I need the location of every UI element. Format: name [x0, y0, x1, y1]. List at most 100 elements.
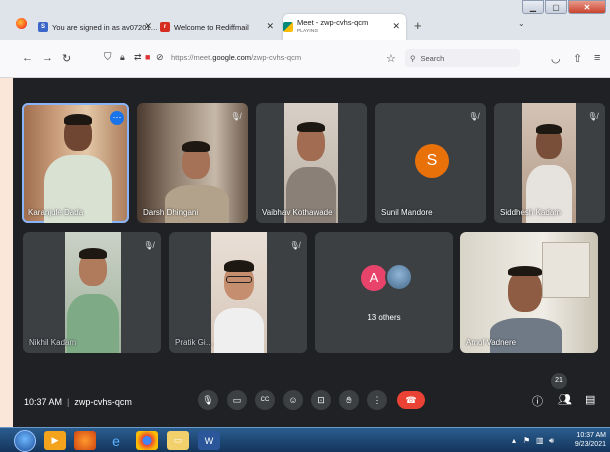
- new-tab-icon[interactable]: +: [414, 18, 422, 33]
- clock-date: 9/23/2021: [574, 441, 606, 448]
- mic-off-icon: 🎙︎̸: [587, 112, 598, 121]
- meeting-info: 10:37 AM | zwp-cvhs-qcm: [24, 397, 132, 407]
- participant-video: [211, 232, 267, 353]
- tab-favicon-s-icon: S: [38, 22, 48, 32]
- navigation-bar: ← → ↻ ⛉ 🔒︎ ⇄ ■ ⊘ https://meet.google.com…: [0, 40, 610, 78]
- participant-video: [284, 103, 338, 223]
- avatar: A: [361, 265, 387, 291]
- camera-button[interactable]: ▭: [227, 390, 247, 410]
- forward-icon[interactable]: →: [42, 52, 53, 64]
- participant-video: [522, 103, 576, 223]
- share-icon[interactable]: ⇧: [573, 52, 582, 65]
- emoji-icon: ☺: [288, 395, 298, 405]
- participant-tile[interactable]: 🎙︎̸ Pratik Gi…: [169, 232, 307, 353]
- firefox-taskbar-icon[interactable]: [74, 431, 96, 450]
- tab-meet-active[interactable]: Meet - zwp-cvhs-qcm PLAYING ✕: [283, 14, 406, 40]
- participant-name: Amol Vadnere: [466, 338, 517, 347]
- captions-button[interactable]: CC: [255, 390, 275, 410]
- taskbar: ▶ e ▭ W ▴ ⚑ ▥ 🔊︎ 10:37 AM 9/23/2021: [0, 427, 610, 452]
- mic-off-icon: 🎙︎̸: [468, 112, 479, 121]
- avatar: S: [415, 144, 449, 178]
- tab-rediffmail[interactable]: r Welcome to Rediffmail ✕: [160, 14, 280, 40]
- others-count: 13 others: [367, 313, 401, 322]
- participant-video: [460, 232, 598, 353]
- search-icon: ⚲: [410, 53, 416, 63]
- meeting-code: zwp-cvhs-qcm: [74, 397, 132, 407]
- lock-icon[interactable]: 🔒︎: [120, 52, 125, 63]
- tab-close-icon[interactable]: ✕: [266, 21, 274, 32]
- search-input[interactable]: ⚲ Search: [405, 49, 520, 67]
- start-button[interactable]: [14, 430, 36, 452]
- pocket-icon[interactable]: ◡: [551, 52, 561, 65]
- window-close-button[interactable]: ✕: [568, 0, 606, 14]
- window-controls: ▁ ▢ ✕: [521, 0, 606, 16]
- captions-icon: CC: [260, 397, 270, 403]
- tab-signed-in[interactable]: S You are signed in as av07201… ✕: [38, 14, 158, 40]
- mic-off-icon: 🎙︎̸: [230, 112, 241, 121]
- camera-icon: ▭: [232, 394, 242, 405]
- url-bar[interactable]: https://meet.google.com/zwp-cvhs-qcm: [171, 53, 301, 62]
- people-icon[interactable]: 👥︎: [558, 393, 572, 406]
- clock-time: 10:37 AM: [576, 432, 606, 439]
- tab-title: Meet - zwp-cvhs-qcm: [297, 18, 369, 27]
- tab-close-icon[interactable]: ✕: [392, 21, 400, 32]
- raise-hand-button[interactable]: ✋︎: [339, 390, 359, 410]
- tray-volume-icon[interactable]: 🔊︎: [549, 436, 554, 446]
- tab-close-icon[interactable]: ✕: [144, 21, 152, 32]
- word-icon[interactable]: W: [198, 431, 220, 450]
- mic-off-icon: 🎙︎̸: [143, 241, 154, 250]
- participant-name: Karanjule Dada: [28, 208, 84, 217]
- meet-bottom-bar: 10:37 AM | zwp-cvhs-qcm 🎙︎ ▭ CC ☺ ⊡ ✋︎ ⋮ ☎…: [13, 390, 610, 427]
- tray-network-icon[interactable]: ▥: [536, 436, 544, 445]
- chrome-icon[interactable]: [136, 431, 158, 450]
- participant-count-badge: 21: [551, 373, 567, 389]
- more-options-button[interactable]: ⋮: [367, 390, 387, 410]
- participant-tile[interactable]: ⋯ Karanjule Dada: [22, 103, 129, 223]
- present-icon: ⊡: [317, 394, 325, 405]
- list-tabs-icon[interactable]: ⌄: [518, 19, 525, 28]
- minimize-button[interactable]: ▁: [522, 0, 544, 14]
- participant-tile[interactable]: S 🎙︎̸ Sunil Mandore: [375, 103, 486, 223]
- reload-icon[interactable]: ↻: [62, 52, 71, 65]
- taskbar-clock[interactable]: 10:37 AM 9/23/2021: [575, 431, 606, 449]
- participant-tile[interactable]: Vaibhav Kothawade: [256, 103, 367, 223]
- autoplay-blocked-icon[interactable]: ⊘: [156, 52, 164, 63]
- camera-sharing-icon[interactable]: ■: [145, 52, 150, 62]
- internet-explorer-icon[interactable]: e: [105, 431, 127, 450]
- emoji-button[interactable]: ☺: [283, 390, 303, 410]
- participant-name: Vaibhav Kothawade: [262, 208, 333, 217]
- shield-icon[interactable]: ⛉: [104, 52, 112, 63]
- participant-tile[interactable]: Amol Vadnere: [460, 232, 598, 353]
- participant-tile[interactable]: 🎙︎̸ Siddhesh Kadam: [494, 103, 605, 223]
- media-player-icon[interactable]: ▶: [44, 431, 66, 450]
- maximize-button[interactable]: ▢: [545, 0, 567, 14]
- end-call-button[interactable]: ☎︎: [397, 391, 425, 409]
- others-tile[interactable]: A 13 others: [315, 232, 453, 353]
- chat-icon[interactable]: ▤: [585, 393, 595, 406]
- meet-grid: ⋯ Karanjule Dada 🎙︎̸ Darsh Dhingani Vaib…: [13, 78, 610, 427]
- info-icon[interactable]: ⓘ: [532, 393, 543, 409]
- permissions-icon[interactable]: ⇄: [134, 52, 142, 63]
- tray-arrow-icon[interactable]: ▴: [512, 436, 516, 445]
- participant-tile[interactable]: 🎙︎̸ Darsh Dhingani: [137, 103, 248, 223]
- microphone-icon: 🎙︎: [202, 394, 214, 405]
- tray-action-center-icon[interactable]: ⚑: [523, 436, 530, 445]
- present-button[interactable]: ⊡: [311, 390, 331, 410]
- menu-icon[interactable]: ≡: [594, 52, 600, 64]
- url-prefix: https://meet.: [171, 53, 213, 62]
- url-path: /zwp-cvhs-qcm: [251, 53, 302, 62]
- microphone-button[interactable]: 🎙︎: [198, 390, 218, 410]
- firefox-icon[interactable]: [16, 18, 27, 29]
- file-explorer-icon[interactable]: ▭: [167, 431, 189, 450]
- more-options-icon[interactable]: ⋯: [110, 111, 124, 125]
- tab-playing-label: PLAYING: [297, 28, 319, 33]
- bookmark-star-icon[interactable]: ☆: [386, 52, 396, 65]
- participant-name: Sunil Mandore: [381, 208, 433, 217]
- participant-name: Siddhesh Kadam: [500, 208, 561, 217]
- participant-video: [65, 232, 121, 353]
- participant-name: Darsh Dhingani: [143, 208, 199, 217]
- participant-tile[interactable]: 🎙︎̸ Nikhil Kadam: [23, 232, 161, 353]
- url-domain: google.com: [212, 53, 252, 62]
- back-icon[interactable]: ←: [22, 52, 33, 64]
- current-time: 10:37 AM: [24, 397, 63, 407]
